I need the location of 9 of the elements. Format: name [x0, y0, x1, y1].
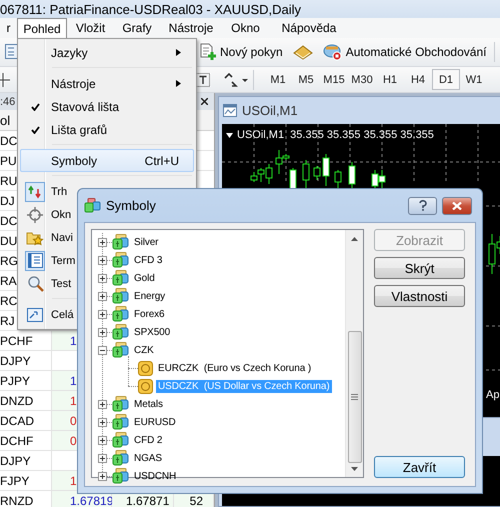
date-label: Ap — [486, 389, 500, 401]
server-time: :46 — [0, 96, 16, 108]
shortcut-label: Ctrl+U — [144, 154, 179, 168]
symbol-cell: DJPY — [0, 351, 52, 370]
chart-legend: USOil,M1 35.355 35.355 35.355 35.355 — [237, 129, 434, 141]
symbol-cell: DJPY — [0, 451, 52, 470]
chart-title: USOil,M1 — [242, 103, 298, 118]
dialog-title: Symboly — [106, 198, 157, 213]
window-title: 067811: PatriaFinance-USDReal03 - XAUUSD,Daily — [0, 2, 302, 16]
